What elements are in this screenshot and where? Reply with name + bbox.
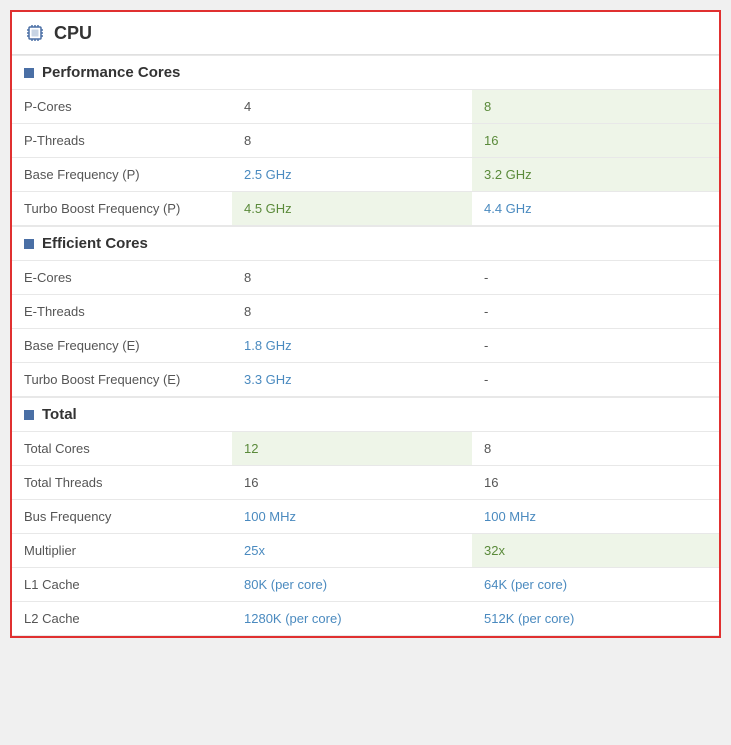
table-row: E-Cores 8 -	[12, 261, 719, 295]
section-square-total	[24, 410, 34, 420]
row-val2: 3.2 GHz	[472, 158, 719, 192]
row-val1: 25x	[232, 534, 472, 568]
total-table: Total Cores 12 8 Total Threads 16 16 Bus…	[12, 432, 719, 636]
table-row: Turbo Boost Frequency (E) 3.3 GHz -	[12, 363, 719, 397]
row-val2: -	[472, 295, 719, 329]
row-val1: 4	[232, 90, 472, 124]
performance-cores-table: P-Cores 4 8 P-Threads 8 16 Base Frequenc…	[12, 90, 719, 226]
row-val2: 32x	[472, 534, 719, 568]
row-label: Total Cores	[12, 432, 232, 466]
table-row: Total Threads 16 16	[12, 466, 719, 500]
row-label: E-Threads	[12, 295, 232, 329]
efficient-cores-table: E-Cores 8 - E-Threads 8 - Base Frequency…	[12, 261, 719, 397]
table-row: E-Threads 8 -	[12, 295, 719, 329]
row-val2: -	[472, 329, 719, 363]
row-val2: 16	[472, 124, 719, 158]
table-row: L2 Cache 1280K (per core) 512K (per core…	[12, 602, 719, 636]
cpu-icon	[24, 22, 46, 44]
row-val1: 12	[232, 432, 472, 466]
table-row: Multiplier 25x 32x	[12, 534, 719, 568]
row-label: Base Frequency (E)	[12, 329, 232, 363]
row-val2: 8	[472, 90, 719, 124]
section-title-performance: Performance Cores	[42, 64, 180, 81]
row-label: Total Threads	[12, 466, 232, 500]
table-row: L1 Cache 80K (per core) 64K (per core)	[12, 568, 719, 602]
section-header-efficient: Efficient Cores	[12, 226, 719, 261]
row-val1: 3.3 GHz	[232, 363, 472, 397]
table-row: Base Frequency (E) 1.8 GHz -	[12, 329, 719, 363]
row-label: L2 Cache	[12, 602, 232, 636]
row-val1: 8	[232, 261, 472, 295]
section-title-efficient: Efficient Cores	[42, 235, 148, 252]
row-val2: 64K (per core)	[472, 568, 719, 602]
row-val1: 80K (per core)	[232, 568, 472, 602]
row-val2: 16	[472, 466, 719, 500]
row-val1: 1280K (per core)	[232, 602, 472, 636]
table-row: Bus Frequency 100 MHz 100 MHz	[12, 500, 719, 534]
row-val2: -	[472, 261, 719, 295]
row-val2: 8	[472, 432, 719, 466]
row-label: Bus Frequency	[12, 500, 232, 534]
row-val2: -	[472, 363, 719, 397]
row-val1: 100 MHz	[232, 500, 472, 534]
row-label: Multiplier	[12, 534, 232, 568]
table-row: P-Cores 4 8	[12, 90, 719, 124]
row-label: P-Cores	[12, 90, 232, 124]
row-label: Base Frequency (P)	[12, 158, 232, 192]
row-val1: 8	[232, 295, 472, 329]
row-val1: 4.5 GHz	[232, 192, 472, 226]
row-label: P-Threads	[12, 124, 232, 158]
table-row: P-Threads 8 16	[12, 124, 719, 158]
row-val1: 1.8 GHz	[232, 329, 472, 363]
row-val1: 16	[232, 466, 472, 500]
section-header-total: Total	[12, 397, 719, 432]
row-val2: 512K (per core)	[472, 602, 719, 636]
row-label: Turbo Boost Frequency (P)	[12, 192, 232, 226]
panel-header: CPU	[12, 12, 719, 55]
cpu-panel: CPU Performance Cores P-Cores 4 8 P-Thre…	[10, 10, 721, 638]
row-label: E-Cores	[12, 261, 232, 295]
section-square-performance	[24, 68, 34, 78]
row-val2: 100 MHz	[472, 500, 719, 534]
table-row: Total Cores 12 8	[12, 432, 719, 466]
table-row: Base Frequency (P) 2.5 GHz 3.2 GHz	[12, 158, 719, 192]
section-header-performance: Performance Cores	[12, 55, 719, 90]
row-val1: 8	[232, 124, 472, 158]
table-row: Turbo Boost Frequency (P) 4.5 GHz 4.4 GH…	[12, 192, 719, 226]
section-title-total: Total	[42, 406, 77, 423]
row-label: L1 Cache	[12, 568, 232, 602]
section-square-efficient	[24, 239, 34, 249]
row-val1: 2.5 GHz	[232, 158, 472, 192]
page-title: CPU	[54, 23, 92, 44]
row-val2: 4.4 GHz	[472, 192, 719, 226]
row-label: Turbo Boost Frequency (E)	[12, 363, 232, 397]
